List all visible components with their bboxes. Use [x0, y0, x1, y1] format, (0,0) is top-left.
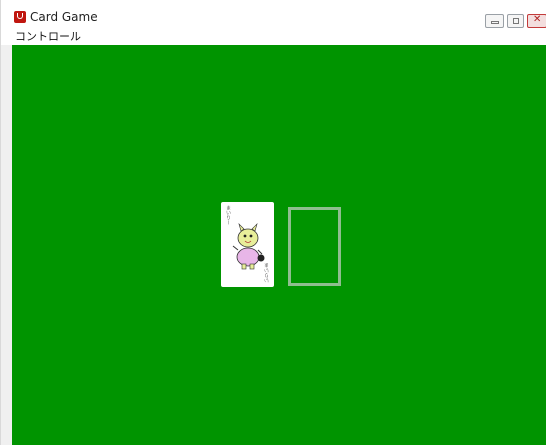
empty-card-slot[interactable]	[288, 207, 341, 286]
game-table[interactable]: まいりー いりいま	[12, 45, 546, 445]
app-icon	[14, 11, 26, 23]
maximize-button[interactable]	[507, 14, 524, 28]
window-title: Card Game	[30, 10, 98, 24]
face-up-card[interactable]: まいりー いりいま	[221, 202, 274, 287]
title-bar[interactable]: Card Game	[1, 0, 546, 28]
close-button[interactable]	[527, 14, 546, 28]
menu-item-control[interactable]: コントロール	[15, 29, 81, 44]
menu-bar: コントロール	[1, 28, 546, 45]
app-window: Card Game コントロール	[0, 0, 546, 445]
card-label-top: まいりー	[225, 205, 231, 225]
card-label-bottom: いりいま	[264, 263, 270, 283]
minimize-button[interactable]	[485, 14, 504, 28]
